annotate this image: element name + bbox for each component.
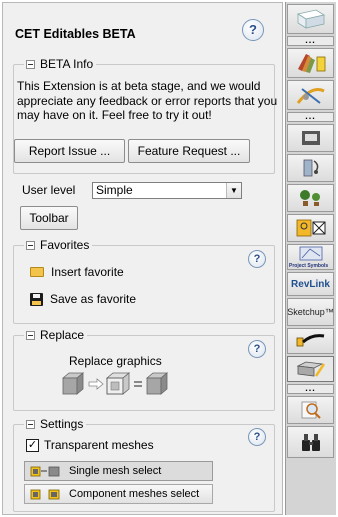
more-button[interactable]: ...: [287, 112, 334, 122]
settings-label: Settings: [40, 417, 84, 431]
save-favorite-label: Save as favorite: [50, 292, 137, 306]
beta-info-label: BETA Info: [40, 57, 94, 71]
user-level-label: User level: [22, 183, 76, 197]
replace-label: Replace: [40, 328, 85, 342]
settings-help-icon[interactable]: ?: [248, 428, 266, 446]
beta-info-header[interactable]: BETA Info: [24, 57, 97, 71]
more-button[interactable]: ...: [287, 384, 334, 394]
user-level-value: Simple: [96, 183, 133, 197]
collapse-icon[interactable]: [26, 330, 35, 340]
component-meshes-label: Component meshes select: [69, 488, 200, 500]
user-level-select[interactable]: Simple ▼: [92, 182, 242, 199]
folder-icon: [30, 267, 44, 277]
floppy-disk-icon: [30, 292, 43, 306]
tab-sketchup[interactable]: Sketchup™: [287, 298, 334, 326]
collapse-icon[interactable]: [26, 419, 35, 429]
replace-graphics-button[interactable]: [61, 370, 173, 401]
tab-project-symbols[interactable]: Project Symbols: [287, 244, 334, 270]
editables-icon: [296, 361, 325, 377]
tab-sinks[interactable]: [287, 124, 334, 152]
lamp-icon: [303, 159, 318, 177]
symbols-icon: [296, 219, 325, 237]
editables-panel: CET Editables BETA ? BETA Info This Exte…: [2, 2, 283, 515]
extensions-sidebar: ... ... Project Symbols RevLink Sketchup…: [285, 2, 336, 515]
beta-info-text: This Extension is at beta stage, and we …: [17, 79, 278, 122]
replace-help-icon[interactable]: ?: [248, 340, 266, 358]
collapse-icon[interactable]: [26, 240, 35, 250]
tab-cable[interactable]: [287, 328, 334, 354]
tab-inspect[interactable]: [287, 396, 334, 424]
single-mesh-select-button[interactable]: Single mesh select: [24, 461, 213, 481]
settings-header[interactable]: Settings: [24, 417, 87, 431]
toolbar-button[interactable]: Toolbar: [20, 206, 78, 230]
tab-editables-active[interactable]: [287, 356, 334, 382]
collapse-icon[interactable]: [26, 59, 35, 69]
project-symbols-label: Project Symbols: [289, 263, 329, 269]
sink-icon: [301, 131, 320, 145]
plants-icon: [299, 190, 320, 206]
favorites-label: Favorites: [40, 238, 90, 252]
magnifier-icon: [301, 401, 321, 419]
help-icon[interactable]: ?: [242, 19, 264, 41]
replace-graphics-icon: [61, 372, 169, 395]
measure-tools-icon: [296, 88, 325, 104]
revlink-label: RevLink: [291, 278, 330, 290]
chevron-down-icon[interactable]: ▼: [226, 183, 241, 198]
feature-request-button[interactable]: Feature Request ...: [128, 139, 250, 163]
tab-revlink[interactable]: RevLink: [287, 272, 334, 296]
tab-binoculars[interactable]: [287, 426, 334, 458]
tab-lighting[interactable]: [287, 154, 334, 182]
tab-blank-board[interactable]: [287, 4, 334, 34]
material-swatches-icon: [297, 54, 325, 73]
component-meshes-icon: [25, 485, 69, 503]
cable-icon: [296, 334, 324, 347]
favorites-group: Favorites: [13, 238, 275, 324]
replace-graphics-label: Replace graphics: [69, 354, 162, 368]
tab-materials[interactable]: [287, 48, 334, 78]
component-meshes-select-button[interactable]: Component meshes select: [24, 484, 213, 504]
transparent-meshes-label: Transparent meshes: [44, 438, 154, 452]
save-favorite-button[interactable]: Save as favorite: [30, 292, 136, 306]
favorites-help-icon[interactable]: ?: [248, 250, 266, 268]
report-issue-button[interactable]: Report Issue ...: [14, 139, 125, 163]
board-icon: [296, 9, 325, 29]
insert-favorite-button[interactable]: Insert favorite: [30, 265, 124, 279]
tab-measure[interactable]: [287, 80, 334, 110]
tab-symbols[interactable]: [287, 214, 334, 242]
sketchup-label: Sketchup™: [287, 307, 334, 317]
transparent-meshes-checkbox[interactable]: ✓: [26, 439, 39, 452]
tab-plants[interactable]: [287, 184, 334, 212]
insert-favorite-label: Insert favorite: [51, 265, 124, 279]
single-mesh-icon: [25, 462, 69, 480]
replace-header[interactable]: Replace: [24, 328, 88, 342]
more-button[interactable]: ...: [287, 36, 334, 46]
single-mesh-label: Single mesh select: [69, 465, 162, 477]
panel-title: CET Editables BETA: [15, 27, 136, 41]
binoculars-icon: [301, 434, 320, 451]
favorites-header[interactable]: Favorites: [24, 238, 93, 252]
